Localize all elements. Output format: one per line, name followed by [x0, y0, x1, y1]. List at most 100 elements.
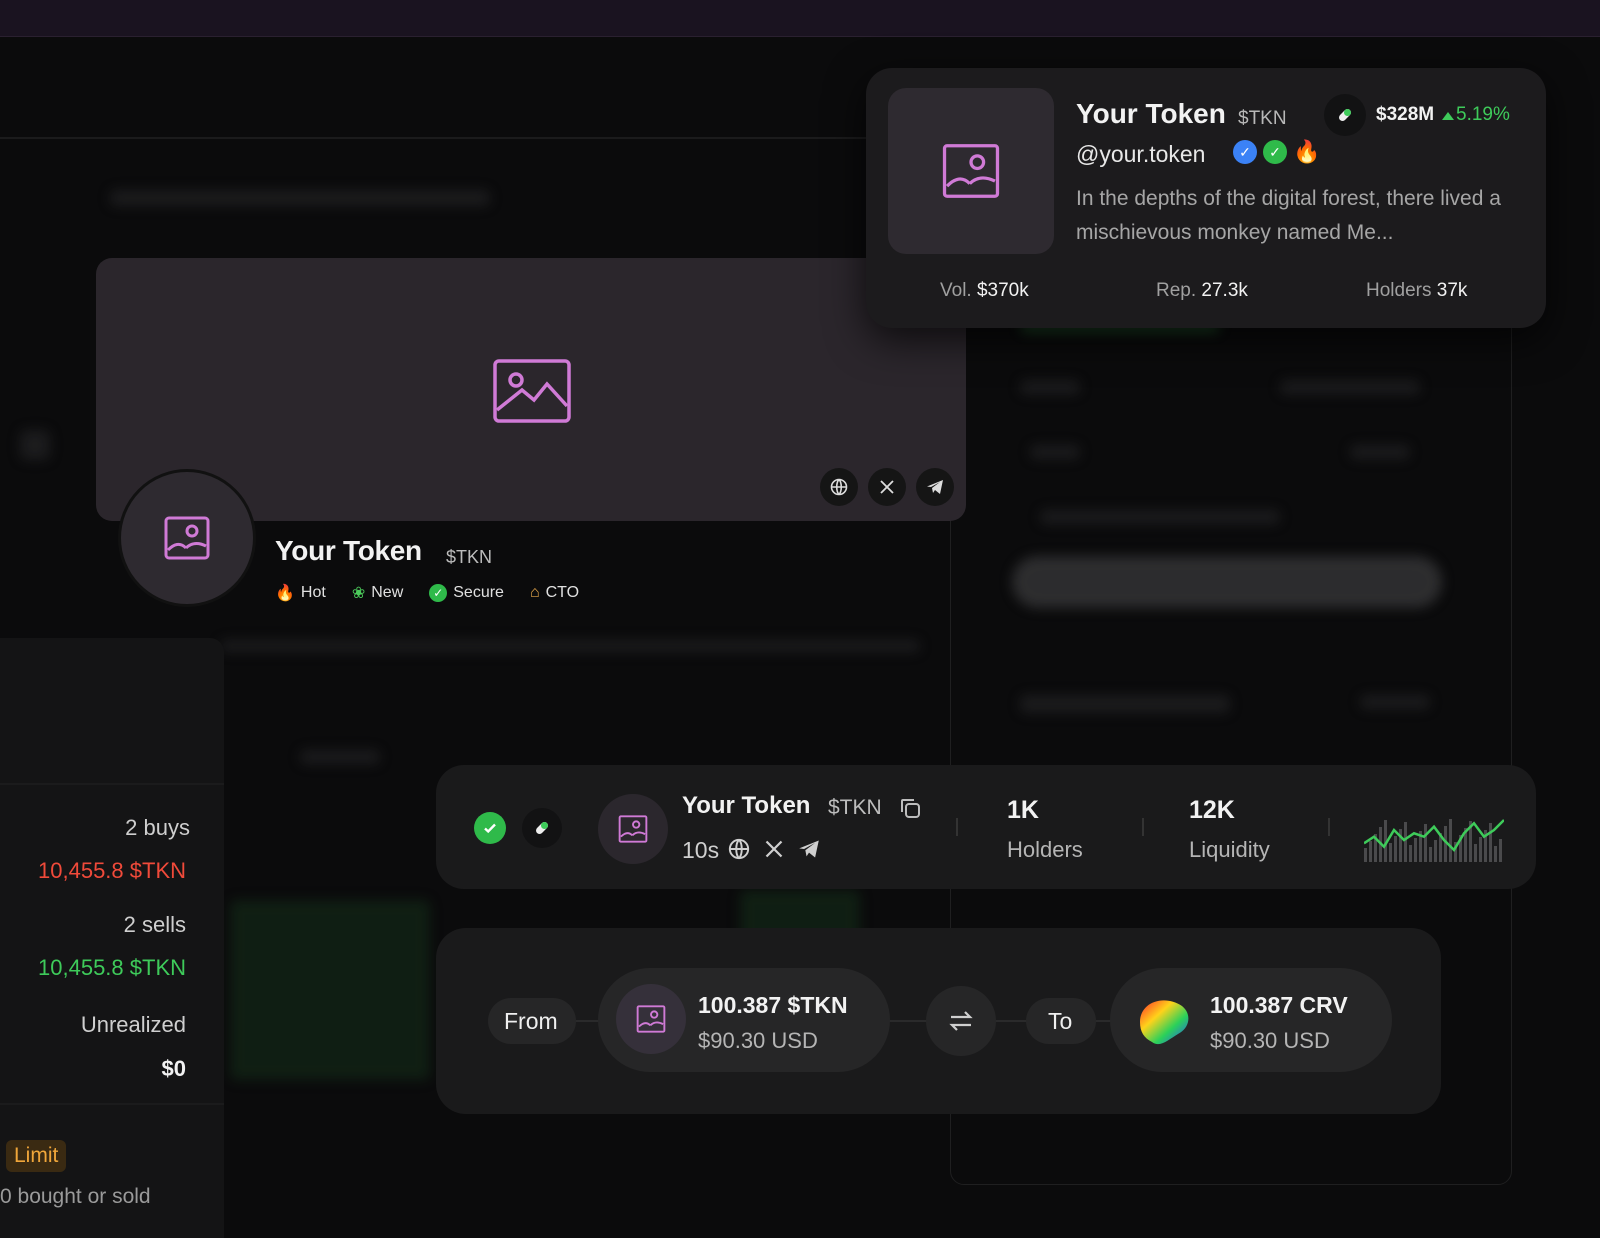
liquidity-label: Liquidity — [1189, 837, 1270, 862]
stat-holders: Holders 37k — [1366, 280, 1467, 302]
swap-direction-button[interactable] — [926, 986, 996, 1056]
check-shield-icon: ✓ — [1263, 140, 1287, 164]
window-top-strip — [0, 0, 1600, 37]
swap-arrows-icon — [949, 1011, 973, 1031]
tag-new: ❀ New — [352, 583, 403, 603]
from-amount: 100.387 $TKN — [698, 992, 848, 1018]
sparkline-bar — [1369, 841, 1372, 862]
pill-icon — [1324, 94, 1366, 136]
profile-placeholder-icon — [942, 144, 1000, 198]
stat-value: $370k — [976, 280, 1029, 301]
holders-label: Holders — [1007, 837, 1083, 862]
token-handle[interactable]: @your.token — [1076, 141, 1205, 168]
buys-count: 2 buys — [125, 815, 190, 840]
sparkline-bar — [1414, 838, 1417, 862]
stat-reputation: Rep. 27.3k — [1156, 280, 1248, 302]
divider — [0, 1103, 224, 1105]
token-tags: 🔥 Hot ❀ New ✓ Secure ⌂ CTO — [275, 583, 579, 603]
tag-cto: ⌂ CTO — [530, 583, 579, 603]
row-token-ticker: $TKN — [828, 796, 882, 819]
sparkline-bar — [1479, 837, 1482, 862]
sparkline-bar — [1449, 819, 1452, 862]
token-name: Your Token — [275, 535, 422, 566]
unrealized-label: Unrealized — [80, 1012, 186, 1037]
from-label: From — [504, 1008, 558, 1034]
sparkline-bar — [1499, 839, 1502, 862]
limit-badge[interactable]: Limit — [6, 1140, 67, 1172]
divider — [0, 783, 224, 785]
tag-label: New — [371, 584, 404, 601]
check-shield-icon — [474, 812, 506, 844]
market-cap: $328M — [1376, 104, 1435, 125]
price-sparkline — [1364, 819, 1504, 862]
to-amount: 100.387 CRV — [1210, 992, 1348, 1018]
telegram-icon[interactable] — [798, 838, 820, 865]
stat-value: 27.3k — [1201, 280, 1248, 301]
sparkline-bar — [1474, 844, 1477, 862]
stat-value: 37k — [1436, 280, 1468, 301]
sparkline-bar — [1389, 843, 1392, 862]
from-token-avatar — [616, 984, 686, 1054]
globe-icon[interactable] — [820, 468, 858, 506]
stat-label: Holders — [1366, 280, 1432, 301]
from-usd: $90.30 USD — [698, 1028, 818, 1053]
pill-icon — [522, 808, 562, 848]
sparkline-bar — [1394, 836, 1397, 862]
sparkline-bar — [1409, 845, 1412, 862]
liquidity-value: 12K — [1189, 796, 1235, 824]
holders-value: 1K — [1007, 796, 1039, 824]
fire-icon: 🔥 — [275, 585, 295, 602]
stat-label: Vol. — [940, 280, 972, 301]
globe-icon[interactable] — [728, 838, 750, 865]
divider — [1328, 818, 1330, 836]
token-popup-card[interactable]: Your Token $TKN $328M 5.19% @your.token … — [866, 68, 1546, 328]
divider — [1142, 818, 1144, 836]
house-icon: ⌂ — [529, 584, 540, 601]
token-avatar — [118, 469, 256, 607]
unrealized-value: $0 — [161, 1056, 186, 1081]
footer-text: 0 bought or sold — [0, 1185, 151, 1208]
price-change: 5.19% — [1456, 104, 1510, 125]
sparkline-bar — [1434, 840, 1437, 862]
x-icon[interactable] — [868, 468, 906, 506]
check-shield-icon: ✓ — [429, 584, 448, 602]
sparkline-bar — [1424, 824, 1427, 862]
profile-placeholder-icon — [164, 516, 210, 560]
sells-count: 2 sells — [123, 912, 186, 937]
image-placeholder-icon — [493, 359, 571, 423]
sells-amount: 10,455.8 $TKN — [38, 955, 186, 980]
token-thumbnail — [888, 88, 1054, 254]
tag-label: CTO — [545, 584, 580, 601]
row-token-name: Your Token — [682, 792, 811, 819]
tag-label: Secure — [453, 584, 504, 601]
sparkline-bar — [1404, 822, 1407, 862]
x-icon[interactable] — [764, 839, 784, 864]
crv-logo-icon — [1134, 992, 1192, 1048]
buys-amount: 10,455.8 $TKN — [38, 858, 186, 883]
tag-label: Hot — [300, 584, 326, 601]
divider — [956, 818, 958, 836]
to-label: To — [1048, 1008, 1073, 1034]
stat-label: Rep. — [1156, 280, 1197, 301]
token-avatar-small — [598, 794, 668, 864]
sparkline-bar — [1489, 823, 1492, 862]
profile-placeholder-icon — [636, 1005, 666, 1033]
verified-icon: ✓ — [1233, 140, 1257, 164]
popup-badges: ✓ ✓ 🔥 — [1233, 140, 1320, 164]
tag-secure: ✓ Secure — [429, 583, 504, 603]
token-age: 10s — [682, 837, 720, 863]
sparkline-bar — [1429, 847, 1432, 862]
token-ticker: $TKN — [446, 547, 493, 567]
to-usd: $90.30 USD — [1210, 1028, 1330, 1053]
popup-token-name: Your Token — [1076, 98, 1226, 129]
clover-icon: ❀ — [351, 585, 366, 602]
copy-icon[interactable] — [898, 796, 922, 825]
header-divider — [0, 137, 880, 139]
token-description: In the depths of the digital forest, the… — [1076, 187, 1501, 244]
popup-token-ticker: $TKN — [1238, 108, 1287, 129]
fire-icon: 🔥 — [1293, 139, 1321, 164]
sparkline-bar — [1364, 848, 1367, 862]
telegram-icon[interactable] — [916, 468, 954, 506]
sparkline-bar — [1494, 846, 1497, 862]
tag-hot: 🔥 Hot — [275, 583, 326, 603]
